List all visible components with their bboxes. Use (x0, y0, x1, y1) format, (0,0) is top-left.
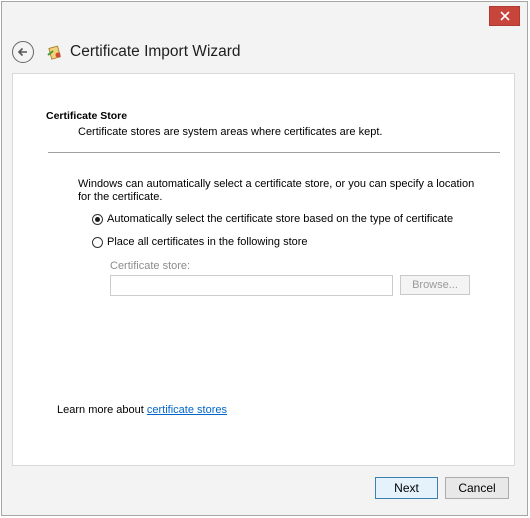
wizard-title: Certificate Import Wizard (70, 43, 241, 60)
section-divider (48, 152, 500, 153)
radio-button-automatic[interactable] (92, 213, 103, 225)
radio-selected-dot (95, 216, 100, 222)
learn-more-prefix: Learn more about (57, 404, 147, 416)
radio-label-automatic: Automatically select the certificate sto… (107, 213, 454, 225)
certificate-icon (47, 45, 61, 60)
certificate-store-label: Certificate store: (110, 260, 191, 272)
certificate-stores-link[interactable]: certificate stores (147, 404, 227, 416)
close-icon (499, 11, 510, 21)
next-button[interactable]: Next (375, 477, 438, 499)
radio-option-automatic[interactable]: Automatically select the certificate sto… (92, 213, 453, 225)
section-title: Certificate Store (46, 110, 128, 122)
radio-button-place-all[interactable] (92, 236, 103, 248)
back-arrow-icon (17, 47, 27, 57)
learn-more-text: Learn more about certificate stores (57, 404, 227, 416)
section-description: Certificate stores are system areas wher… (78, 126, 383, 138)
browse-button[interactable]: Browse... (400, 275, 470, 295)
intro-text: Windows can automatically select a certi… (78, 178, 475, 203)
radio-label-place-all: Place all certificates in the following … (107, 236, 308, 248)
radio-option-place-all[interactable]: Place all certificates in the following … (92, 236, 308, 248)
cancel-button[interactable]: Cancel (445, 477, 509, 499)
wizard-header: Certificate Import Wizard (12, 38, 518, 66)
close-button[interactable] (489, 6, 520, 26)
back-button[interactable] (12, 41, 34, 63)
certificate-store-input[interactable] (110, 275, 393, 296)
